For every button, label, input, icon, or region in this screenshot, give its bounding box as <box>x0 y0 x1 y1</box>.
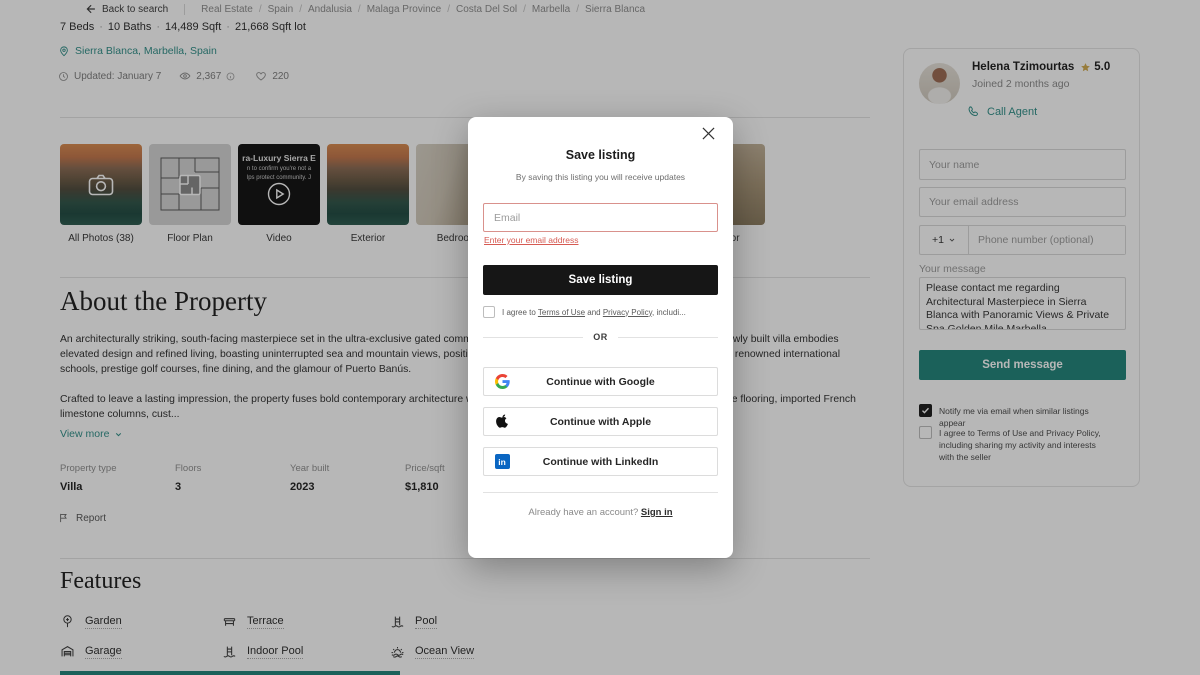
terms-link[interactable]: Terms of Use <box>538 308 585 317</box>
modal-email-input[interactable] <box>483 203 718 232</box>
continue-apple-button[interactable]: Continue with Apple <box>483 407 718 436</box>
modal-divider <box>483 492 718 493</box>
modal-agree-row[interactable]: I agree to Terms of Use and Privacy Poli… <box>483 306 686 318</box>
continue-google-button[interactable]: Continue with Google <box>483 367 718 396</box>
google-icon <box>494 374 510 389</box>
modal-title: Save listing <box>468 148 733 162</box>
modal-agree-checkbox[interactable] <box>483 306 495 318</box>
linkedin-icon: in <box>494 454 510 469</box>
email-error-message: Enter your email address <box>484 235 579 245</box>
save-listing-modal: Save listing By saving this listing you … <box>468 117 733 558</box>
signin-row: Already have an account? Sign in <box>468 507 733 518</box>
modal-agree-text: I agree to Terms of Use and Privacy Poli… <box>502 308 686 317</box>
apple-icon <box>494 413 510 430</box>
continue-linkedin-button[interactable]: in Continue with LinkedIn <box>483 447 718 476</box>
close-icon[interactable] <box>702 127 715 140</box>
privacy-link[interactable]: Privacy Policy <box>603 308 652 317</box>
modal-subtitle: By saving this listing you will receive … <box>468 172 733 182</box>
save-listing-button[interactable]: Save listing <box>483 265 718 295</box>
listing-page: Back to search Real Estate/ Spain/ Andal… <box>0 0 1200 675</box>
or-divider: OR <box>483 332 718 342</box>
sign-in-link[interactable]: Sign in <box>641 507 673 518</box>
